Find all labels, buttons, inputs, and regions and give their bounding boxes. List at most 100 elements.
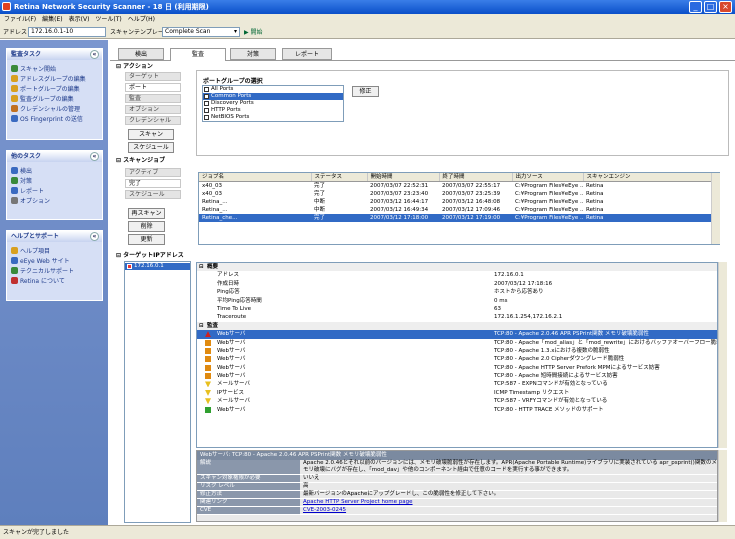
port-group-item[interactable]: HTTP Ports	[203, 107, 343, 114]
sidebar-item[interactable]: 検出	[7, 167, 102, 177]
action-subtab[interactable]: ポート	[125, 83, 181, 92]
table-row[interactable]: Retina_che... 完了 2007/03/12 17:18:00 2007/0…	[199, 214, 719, 222]
audit-row[interactable]: メールサーバ TCP:587 - EXPNコマンドが有効となっている	[197, 380, 717, 388]
update-button[interactable]: 更新	[128, 234, 165, 245]
table-cell: C:¥Program Files¥eEye ...	[515, 207, 583, 213]
panel-header[interactable]: 監査タスク «	[7, 49, 102, 60]
detail-value[interactable]: Apache HTTP Server Project home page	[300, 499, 717, 506]
minimize-icon[interactable]: _	[689, 1, 702, 13]
column-header[interactable]: スキャンエンジン	[583, 173, 719, 182]
detail-scrollbar[interactable]	[718, 450, 727, 522]
table-row[interactable]: Retina_... 中断 2007/03/12 16:49:34 2007/03/1…	[199, 206, 719, 214]
jobs-scrollbar[interactable]	[711, 173, 720, 244]
sidebar-item[interactable]: クレデンシャルの管理	[7, 105, 102, 115]
collapse-icon[interactable]: «	[90, 232, 99, 241]
sidebar-item[interactable]: 監査グループの編集	[7, 95, 102, 105]
rescan-button[interactable]: 再スキャン	[128, 208, 165, 219]
panel-header[interactable]: ヘルプとサポート «	[7, 231, 102, 242]
schedule-button[interactable]: スケジュール	[128, 142, 174, 153]
audit-header[interactable]: ⊟ 監査	[197, 321, 717, 331]
action-subtab[interactable]: ターゲット	[125, 72, 181, 81]
column-header[interactable]: 終了時間	[439, 173, 513, 182]
audit-row[interactable]: メールサーバ TCP:587 - VRFYコマンドが有効となっている	[197, 397, 717, 405]
tab-discovery[interactable]: 検出	[118, 48, 164, 60]
checkbox[interactable]	[204, 101, 209, 106]
port-group-item[interactable]: All Ports	[203, 86, 343, 93]
audit-row[interactable]: Webサーバ TCP:80 - Apache「mod_alias」と「mod_re…	[197, 339, 717, 347]
table-row[interactable]: x40_03 完了 2007/03/07 22:52:31 2007/03/07 22…	[199, 182, 719, 191]
port-group-item[interactable]: NetBIOS Ports	[203, 114, 343, 121]
audit-row[interactable]: Webサーバ TCP:80 - Apache 2.0.46 APR PSPrint…	[197, 330, 717, 339]
sidebar-item-label: オプション	[20, 198, 51, 205]
jobs-subtab[interactable]: アクティブ	[125, 168, 181, 177]
tab-report[interactable]: レポート	[282, 48, 332, 60]
sidebar-item[interactable]: OS Fingerprint の送信	[7, 115, 102, 125]
audit-row[interactable]: Webサーバ TCP:80 - Apache 2.0 Cipherダウングレード脆…	[197, 355, 717, 363]
menu-item[interactable]: ツール(T)	[95, 16, 121, 23]
column-header[interactable]: ジョブ名	[199, 173, 312, 182]
jobs-subtab[interactable]: 完了	[125, 179, 181, 188]
sidebar-item[interactable]: ヘルプ項目	[7, 247, 102, 257]
maximize-icon[interactable]: □	[704, 1, 717, 13]
close-icon[interactable]: ×	[719, 1, 732, 13]
sidebar-item[interactable]: スキャン開始	[7, 65, 102, 75]
column-header[interactable]: 出力ソース	[512, 173, 584, 182]
jobs-subtab[interactable]: スケジュール	[125, 190, 181, 199]
sidebar-item[interactable]: Retina について	[7, 277, 102, 287]
table-cell: 完了	[311, 214, 367, 222]
target-ip-list[interactable]: 172.16.0.1	[124, 261, 191, 523]
detail-key: CVE	[197, 507, 300, 514]
audit-description: TCP:80 - Apache HTTP Server Prefork MPMに…	[494, 364, 660, 371]
audit-row[interactable]: Webサーバ TCP:80 - Apache 短時間接続によるサービス妨害	[197, 372, 717, 380]
jobs-table[interactable]: ジョブ名 ステータス 開始時間 終了時間 出力ソース スキャンエンジン x40_03 完了 2…	[198, 172, 720, 245]
action-subtab[interactable]: オプション	[125, 105, 181, 114]
action-subtab[interactable]: クレデンシャル	[125, 116, 181, 125]
audit-name: メールサーバ	[217, 398, 250, 405]
column-header[interactable]: ステータス	[311, 173, 368, 182]
results-scrollbar[interactable]	[718, 262, 727, 448]
menu-item[interactable]: ヘルプ(H)	[128, 16, 155, 23]
sidebar-item[interactable]: テクニカルサポート	[7, 267, 102, 277]
collapse-icon[interactable]: «	[90, 152, 99, 161]
audit-row[interactable]: Webサーバ TCP:80 - Apache HTTP Server Prefor…	[197, 364, 717, 372]
action-subtab[interactable]: 監査	[125, 94, 181, 103]
menu-item[interactable]: 表示(V)	[69, 16, 90, 23]
tab-remediation[interactable]: 対策	[230, 48, 276, 60]
scan-button[interactable]: スキャン	[128, 129, 174, 140]
target-ip-item[interactable]: 172.16.0.1	[125, 263, 190, 270]
template-select[interactable]: Complete Scan ▾	[162, 27, 240, 37]
audit-row[interactable]: Webサーバ TCP:80 - HTTP TRACE メソッドのサポート	[197, 406, 717, 414]
table-row[interactable]: x40_03 完了 2007/03/07 23:23:40 2007/03/07 23…	[199, 190, 719, 198]
audit-name: Webサーバ	[217, 356, 246, 363]
start-button[interactable]: ▶ 開始	[244, 26, 263, 39]
port-group-item[interactable]: ✓ Common Ports	[203, 93, 343, 100]
edit-button[interactable]: 修正	[352, 86, 379, 97]
sidebar-item[interactable]: アドレスグループの編集	[7, 75, 102, 85]
sidebar-item[interactable]: ポートグループの編集	[7, 85, 102, 95]
panel-header[interactable]: 他のタスク «	[7, 151, 102, 162]
sidebar-item[interactable]: レポート	[7, 187, 102, 197]
checkbox[interactable]	[204, 108, 209, 113]
delete-button[interactable]: 削除	[128, 221, 165, 232]
checkbox[interactable]	[204, 87, 209, 92]
port-group-list[interactable]: All Ports ✓ Common Ports Discovery Ports HTT…	[202, 85, 344, 122]
sidebar-item[interactable]: 対策	[7, 177, 102, 187]
audit-row[interactable]: IPサービス ICMP Timestamp リクエスト	[197, 389, 717, 397]
audit-row[interactable]: Webサーバ TCP:80 - Apache 1.3.xにおける複数の脆弱性	[197, 347, 717, 355]
address-input[interactable]: 172.16.0.1-10	[28, 27, 106, 37]
checkbox[interactable]: ✓	[204, 94, 209, 100]
table-cell: C:¥Program Files¥eEye ...	[515, 199, 583, 205]
collapse-icon[interactable]: «	[90, 50, 99, 59]
table-row[interactable]: Retina_... 中断 2007/03/12 16:44:17 2007/03/1…	[199, 198, 719, 206]
checkbox[interactable]	[204, 115, 209, 120]
sidebar-item[interactable]: eEye Web サイト	[7, 257, 102, 267]
menu-item[interactable]: ファイル(F)	[4, 16, 36, 23]
summary-header[interactable]: ⊟ 概要	[197, 263, 717, 272]
detail-value[interactable]: CVE-2003-0245	[300, 507, 717, 514]
column-header[interactable]: 開始時間	[367, 173, 440, 182]
tab-audit[interactable]: 監査	[170, 48, 226, 61]
menu-item[interactable]: 編集(E)	[42, 16, 62, 23]
port-group-item[interactable]: Discovery Ports	[203, 100, 343, 107]
port-group-label: HTTP Ports	[211, 107, 241, 113]
sidebar-item[interactable]: オプション	[7, 197, 102, 207]
